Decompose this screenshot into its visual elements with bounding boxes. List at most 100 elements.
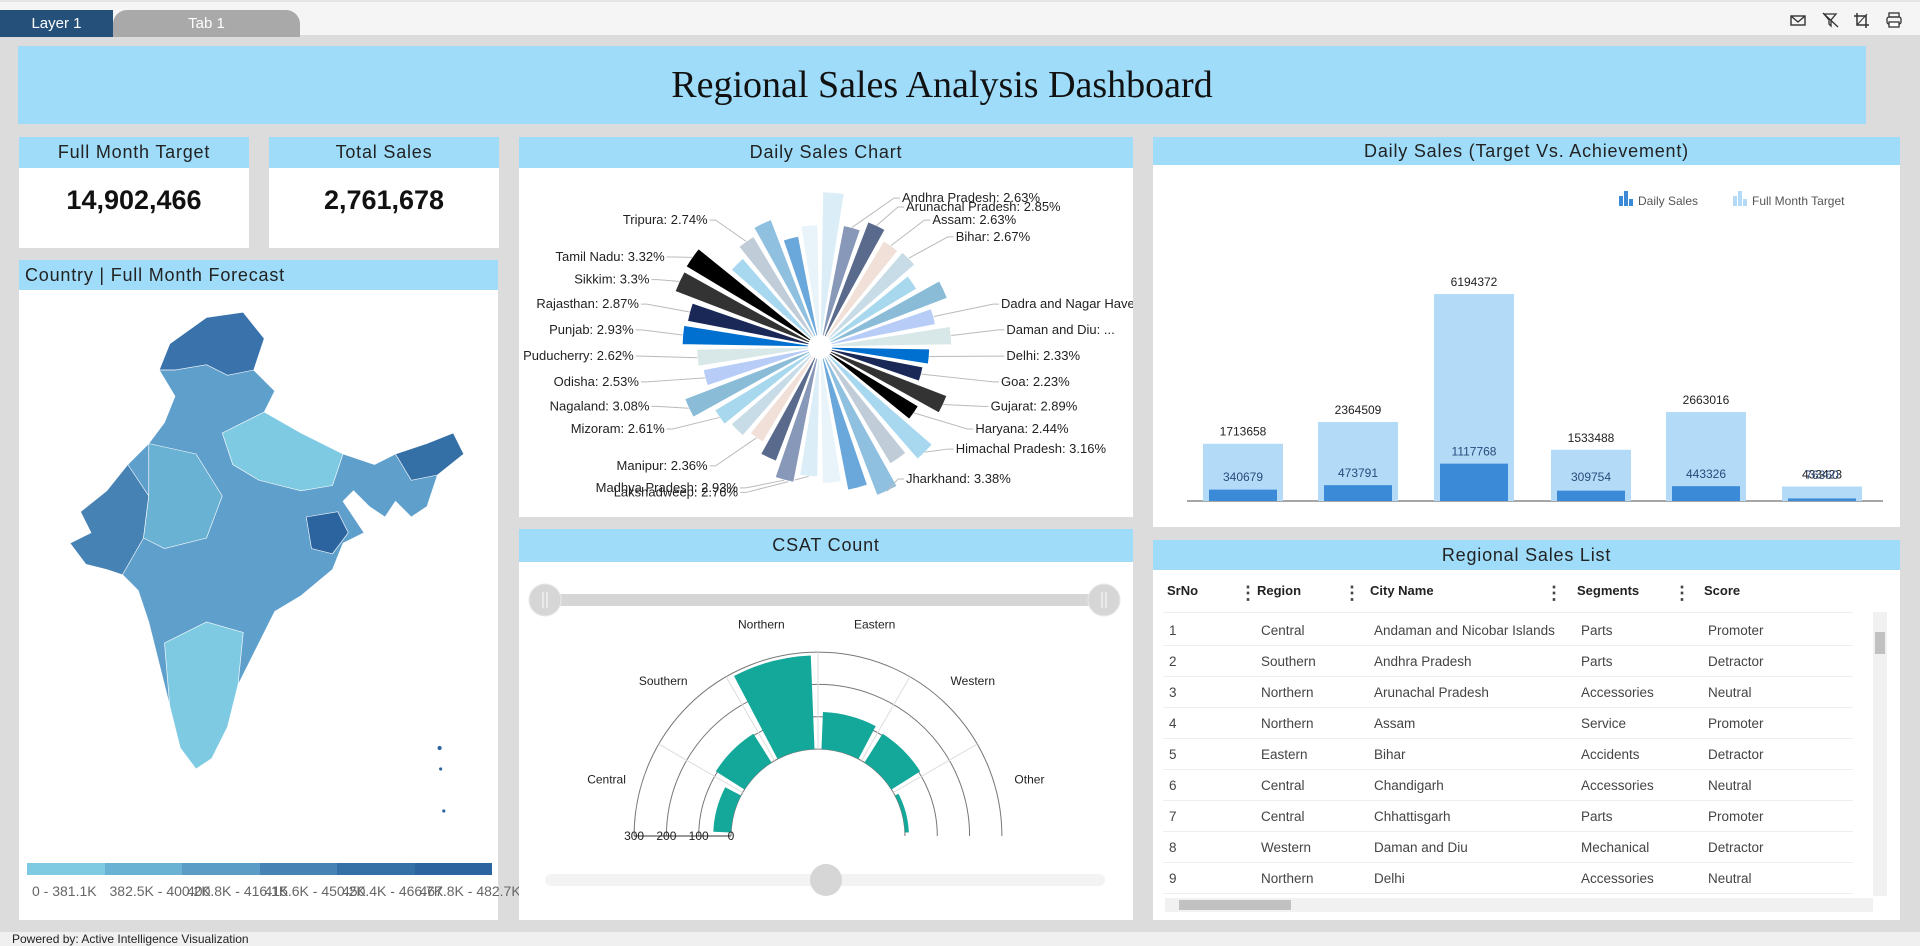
legend-swatch[interactable]	[182, 863, 260, 875]
kpi-full-month-target: Full Month Target 14,902,466	[19, 137, 249, 248]
axis-tick-label: 100	[689, 829, 709, 843]
slice-label: Gujarat: 2.89%	[991, 398, 1078, 413]
kpi-label: Full Month Target	[19, 137, 249, 168]
map-region[interactable]	[158, 311, 265, 376]
daily-data-label: 76360	[1805, 468, 1839, 482]
map-panel: Country | Full Month Forecast 0 - 381.1K…	[19, 260, 521, 920]
csat-bar[interactable]	[713, 787, 741, 833]
range-slider-track	[545, 594, 1105, 606]
target-data-label: 1533488	[1568, 431, 1615, 445]
column-menu-icon[interactable]: ⋮	[1673, 583, 1691, 604]
polar-center	[808, 335, 832, 359]
table-row[interactable]: 7 Central Chhattisgarh Parts Promoter	[1163, 801, 1853, 832]
label-connector	[851, 197, 900, 228]
csat-bar[interactable]	[715, 733, 772, 790]
legend-swatch[interactable]	[337, 863, 415, 875]
daily-sales-bar[interactable]	[1440, 463, 1508, 501]
slice-label: Sikkim: 3.3%	[574, 272, 650, 287]
table-header: SrNo ⋮ Region ⋮ City Name ⋮ Segments ⋮ Score	[1163, 575, 1853, 613]
table-cell: Neutral	[1708, 685, 1752, 700]
range-slider-handle[interactable]	[1087, 583, 1121, 617]
range-slider-handle[interactable]	[528, 583, 562, 617]
column-menu-icon[interactable]: ⋮	[1545, 583, 1563, 604]
table-cell: 9	[1169, 871, 1177, 886]
bar-legend-icon	[1629, 199, 1633, 206]
daily-sales-bar[interactable]	[1209, 489, 1277, 501]
table-cell: Accessories	[1581, 871, 1654, 886]
column-header[interactable]: Score	[1704, 583, 1740, 598]
column-header[interactable]: SrNo	[1167, 583, 1198, 598]
tab-1[interactable]: Tab 1	[113, 10, 300, 37]
table-row[interactable]: 3 Northern Arunachal Pradesh Accessories Neu…	[1163, 677, 1853, 708]
legend-swatch[interactable]	[259, 863, 337, 875]
column-header[interactable]: City Name	[1370, 583, 1434, 598]
tab-layer-1[interactable]: Layer 1	[0, 10, 113, 37]
target-data-label: 2663016	[1683, 393, 1730, 407]
column-header[interactable]: Segments	[1577, 583, 1639, 598]
target-data-label: 2364509	[1335, 403, 1382, 417]
table-cell: Southern	[1261, 654, 1316, 669]
table-row[interactable]: 1 Central Andaman and Nicobar Islands Parts…	[1163, 615, 1853, 646]
table-row[interactable]: 5 Eastern Bihar Accidents Detractor	[1163, 739, 1853, 770]
regional-sales-list-panel: Regional Sales List SrNo ⋮ Region ⋮ City Nam…	[1153, 540, 1900, 920]
slice-label: Tripura: 2.74%	[623, 212, 708, 227]
table-row[interactable]: 4 Northern Assam Service Promoter	[1163, 708, 1853, 739]
table-row[interactable]: 6 Central Chandigarh Accessories Neutral	[1163, 770, 1853, 801]
table-cell: Parts	[1581, 623, 1613, 638]
daily-sales-bar[interactable]	[1788, 498, 1856, 501]
label-connector	[651, 405, 689, 409]
column-header[interactable]: Region	[1257, 583, 1301, 598]
mail-icon[interactable]	[1788, 11, 1808, 29]
scrollbar-thumb[interactable]	[1875, 632, 1885, 654]
bar-legend-icon	[1624, 191, 1628, 206]
slice-label: Odisha: 2.53%	[554, 374, 640, 389]
scroll-slider-handle[interactable]	[810, 864, 842, 896]
axis-tick-label: 0	[728, 829, 735, 843]
bar-legend-icon	[1738, 191, 1742, 206]
slice-label: Haryana: 2.44%	[975, 421, 1069, 436]
daily-sales-bar[interactable]	[1672, 486, 1740, 501]
table-cell: Mechanical	[1581, 840, 1650, 855]
clear-filter-icon[interactable]	[1820, 11, 1840, 29]
print-icon[interactable]	[1884, 11, 1904, 29]
vertical-scrollbar[interactable]	[1873, 612, 1887, 896]
india-map[interactable]	[49, 300, 469, 860]
label-connector	[740, 475, 809, 493]
legend-item[interactable]: Full Month Target	[1733, 191, 1845, 208]
table-cell: Arunachal Pradesh	[1374, 685, 1489, 700]
column-menu-icon[interactable]: ⋮	[1239, 583, 1257, 604]
horizontal-scrollbar[interactable]	[1165, 898, 1873, 912]
axis-tick-label: 300	[624, 829, 644, 843]
table-row[interactable]: 2 Southern Andhra Pradesh Parts Detractor	[1163, 646, 1853, 677]
map-region[interactable]	[164, 621, 244, 770]
scrollbar-thumb[interactable]	[1179, 900, 1291, 910]
label-connector	[640, 377, 706, 383]
legend-swatch[interactable]	[414, 863, 492, 875]
csat-bar[interactable]	[821, 711, 876, 759]
crop-icon[interactable]	[1852, 11, 1872, 29]
daily-sales-bar[interactable]	[1324, 485, 1392, 501]
slice-label: Assam: 2.63%	[932, 212, 1016, 227]
slice-label: Dadra and Nagar Haveli...	[1001, 296, 1133, 311]
table-cell: Andaman and Nicobar Islands	[1374, 623, 1555, 638]
daily-sales-bar[interactable]	[1557, 490, 1625, 501]
table-cell: 5	[1169, 747, 1177, 762]
label-connector	[933, 303, 1000, 318]
table-cell: Detractor	[1708, 747, 1764, 762]
table-cell: Promoter	[1708, 716, 1764, 731]
legend-item[interactable]: Daily Sales	[1619, 191, 1698, 208]
table-cell: Chhattisgarh	[1374, 809, 1451, 824]
category-label: Northern	[738, 618, 785, 632]
legend-swatch[interactable]	[104, 863, 182, 875]
table-row[interactable]: 8 Western Daman and Diu Mechanical Detractor	[1163, 832, 1853, 863]
legend-swatch[interactable]	[27, 863, 105, 875]
column-menu-icon[interactable]: ⋮	[1343, 583, 1361, 604]
axis-tick-label: 200	[656, 829, 676, 843]
bar-chart: 1713658236450961943721533488266301643342…	[1187, 191, 1883, 502]
slice-label: Himachal Pradesh: 3.16%	[956, 441, 1107, 456]
table-cell: Northern	[1261, 716, 1314, 731]
csat-panel: CSAT Count Central Southern Northern Easter…	[519, 529, 1133, 920]
table-cell: Promoter	[1708, 623, 1764, 638]
csat-bar[interactable]	[864, 733, 921, 790]
table-row[interactable]: 9 Northern Delhi Accessories Neutral	[1163, 863, 1853, 894]
